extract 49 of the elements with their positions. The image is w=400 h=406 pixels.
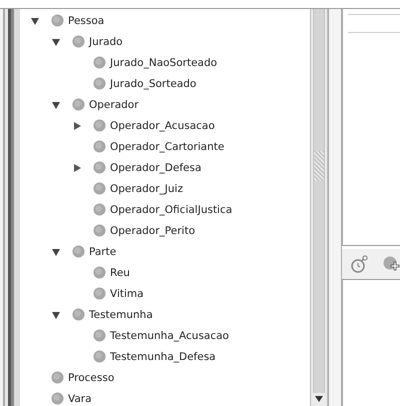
circle-icon bbox=[93, 77, 106, 90]
collapse-triangle-icon[interactable] bbox=[30, 16, 40, 26]
tree-node-label[interactable]: Jurado_Sorteado bbox=[110, 78, 196, 90]
scrollbar-thumb[interactable] bbox=[313, 9, 325, 393]
tree-node-label[interactable]: Jurado bbox=[89, 36, 123, 48]
tree-node-label[interactable]: Processo bbox=[68, 372, 114, 384]
collapse-triangle-icon[interactable] bbox=[51, 310, 61, 320]
circle-icon bbox=[93, 161, 106, 174]
circle-icon bbox=[93, 119, 106, 132]
tree-node-label[interactable]: Testemunha_Acusacao bbox=[110, 330, 229, 342]
tree-node-label[interactable]: Operador_Cartoriante bbox=[110, 140, 224, 152]
circle-icon bbox=[93, 350, 106, 363]
tree-node-label[interactable]: Parte bbox=[89, 246, 116, 258]
tree-node-label[interactable]: Vara bbox=[68, 392, 92, 404]
add-circle-icon[interactable] bbox=[382, 255, 400, 273]
circle-icon bbox=[51, 371, 64, 384]
tree-node-label[interactable]: Reu bbox=[110, 266, 130, 278]
tree-node-label[interactable]: Operador_Juiz bbox=[110, 182, 183, 194]
collapse-triangle-icon[interactable] bbox=[51, 100, 61, 110]
collapse-triangle-icon[interactable] bbox=[51, 246, 61, 256]
tree-node-label[interactable]: Operador_OficialJustica bbox=[110, 204, 232, 216]
circle-icon bbox=[93, 203, 106, 216]
tree-node-label[interactable]: Testemunha bbox=[89, 308, 153, 320]
tree-node-label[interactable]: Vitima bbox=[110, 288, 144, 300]
tree-node-label[interactable]: Testemunha_Defesa bbox=[110, 350, 216, 362]
circle-icon bbox=[93, 140, 106, 153]
tree-node-label[interactable]: Operador_Perito bbox=[110, 224, 195, 236]
circle-icon bbox=[72, 98, 85, 111]
circle-icon bbox=[93, 182, 106, 195]
tree-node-label[interactable]: Jurado_NaoSorteado bbox=[110, 56, 218, 68]
circle-icon bbox=[72, 308, 85, 321]
expand-triangle-icon[interactable] bbox=[72, 120, 82, 130]
circle-icon bbox=[93, 287, 106, 300]
scroll-down-arrow-icon[interactable] bbox=[314, 395, 324, 403]
collapse-triangle-icon[interactable] bbox=[51, 36, 61, 46]
circle-icon bbox=[93, 224, 106, 237]
vertical-scrollbar[interactable] bbox=[310, 9, 328, 406]
circle-icon bbox=[93, 266, 106, 279]
expand-triangle-icon[interactable] bbox=[72, 162, 82, 172]
circle-icon bbox=[93, 329, 106, 342]
circle-icon bbox=[72, 35, 85, 48]
tree-node-label[interactable]: Operador bbox=[89, 98, 139, 110]
tree-node-label[interactable]: Operador_Acusacao bbox=[110, 120, 215, 132]
circle-icon bbox=[51, 14, 64, 27]
tree-node-label[interactable]: Operador_Defesa bbox=[110, 162, 202, 174]
circle-icon bbox=[51, 392, 64, 405]
circle-icon bbox=[72, 245, 85, 258]
tree-node-label[interactable]: Pessoa bbox=[68, 14, 104, 26]
circle-icon bbox=[93, 56, 106, 69]
